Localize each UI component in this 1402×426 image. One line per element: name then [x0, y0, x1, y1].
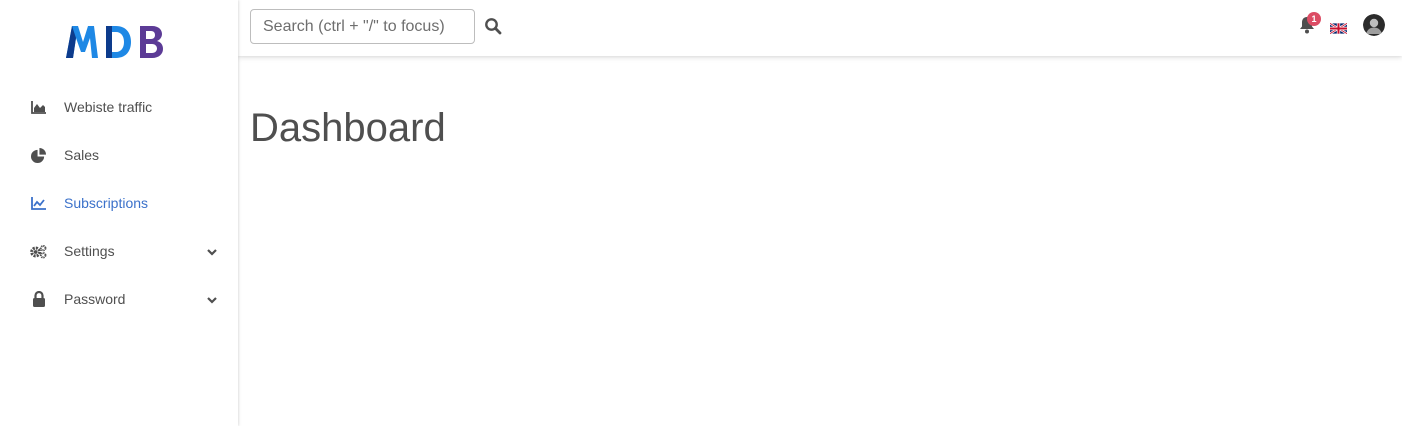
sidebar: MDB Webiste traffic — [0, 0, 238, 426]
area-chart-icon — [30, 99, 47, 115]
main-content: Dashboard — [238, 56, 1402, 426]
sidebar-item-label: Password — [64, 291, 126, 307]
chevron-down-icon — [206, 245, 218, 257]
logo-text: MDB — [174, 22, 175, 23]
line-chart-icon — [30, 195, 47, 211]
sidebar-item-label: Settings — [64, 243, 115, 259]
top-navbar: 1 — [238, 0, 1402, 56]
logo-graphic — [66, 26, 163, 58]
search-input[interactable] — [250, 9, 475, 44]
page-title: Dashboard — [250, 106, 446, 150]
sidebar-item-sales[interactable]: Sales — [0, 131, 238, 179]
gears-icon — [30, 243, 47, 259]
sidebar-item-label: Subscriptions — [64, 195, 149, 211]
sidebar-item-website-traffic[interactable]: Webiste traffic — [0, 83, 238, 131]
avatar[interactable] — [1363, 14, 1385, 36]
uk-flag-icon[interactable] — [1329, 21, 1348, 35]
chevron-down-icon — [206, 293, 218, 305]
sidebar-nav: Webiste traffic Sales Subscriptions Sett… — [0, 83, 238, 323]
notification-badge: 1 — [1307, 12, 1321, 26]
sidebar-item-label: Webiste traffic — [64, 99, 153, 115]
sidebar-item-settings[interactable]: Settings — [0, 227, 238, 275]
search-icon[interactable] — [484, 17, 502, 35]
lock-icon — [30, 291, 47, 307]
sidebar-item-label: Sales — [64, 147, 100, 163]
sidebar-item-password[interactable]: Password — [0, 275, 238, 323]
pie-chart-icon — [30, 147, 47, 163]
mdb-logo[interactable]: MDB — [64, 22, 174, 62]
sidebar-item-subscriptions[interactable]: Subscriptions — [0, 179, 238, 227]
app: MDB Webiste traffic — [0, 0, 1402, 426]
